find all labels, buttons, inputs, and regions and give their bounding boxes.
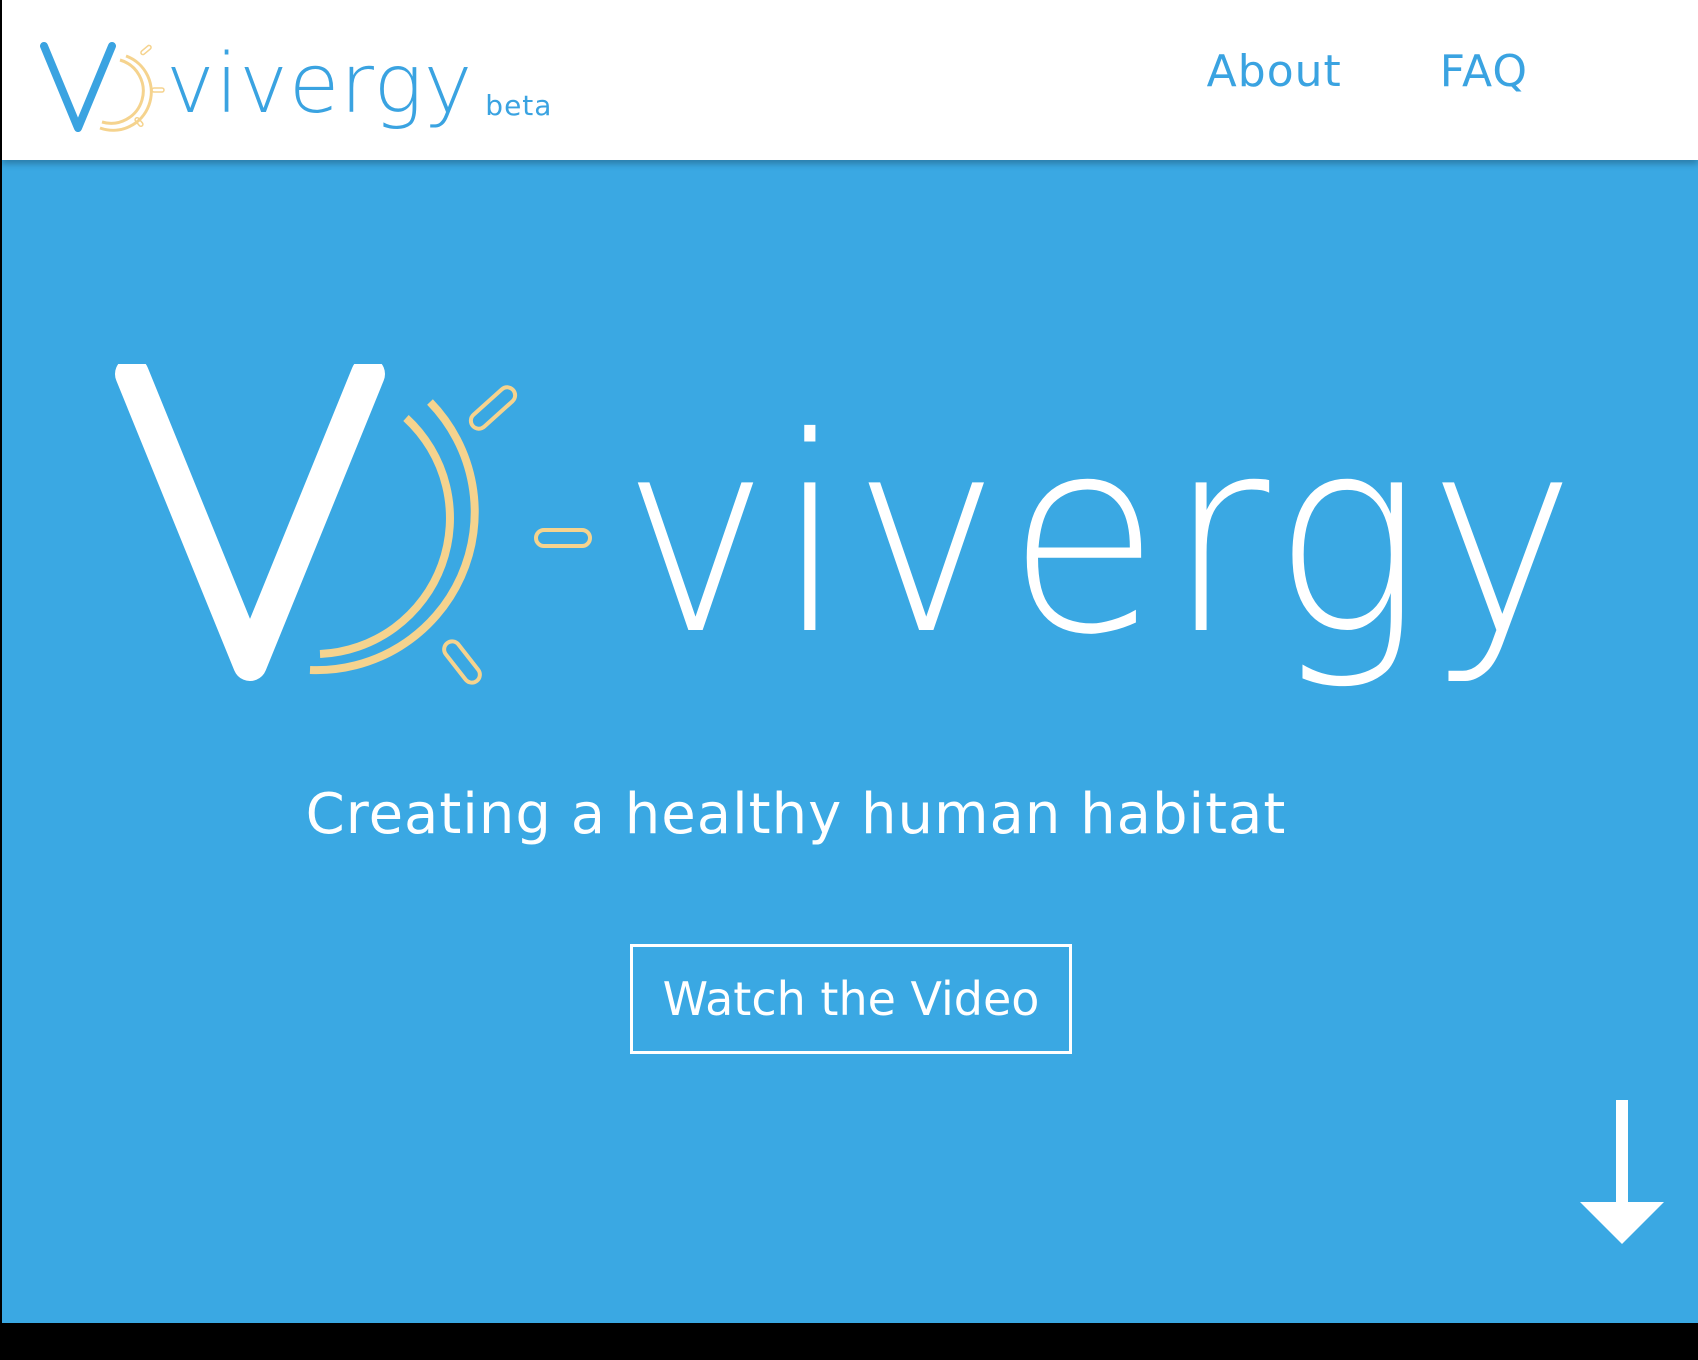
hero-section: vivergy Creating a healthy human habitat…	[2, 160, 1698, 1323]
v-sun-logo-icon	[40, 42, 166, 134]
header-wordmark: vivergy	[166, 37, 474, 132]
nav-faq-link[interactable]: FAQ	[1440, 46, 1528, 97]
site-header: vivergy beta About FAQ	[2, 0, 1698, 160]
page: vivergy beta About FAQ vivergy Creating …	[0, 0, 1698, 1360]
hero-logo-mark-icon	[110, 357, 610, 708]
watch-video-button[interactable]: Watch the Video	[630, 944, 1072, 1054]
beta-label: beta	[485, 89, 553, 122]
bottom-bar	[0, 1323, 1698, 1360]
header-logo-link[interactable]: vivergy beta	[40, 24, 552, 134]
arrow-down-icon[interactable]	[1580, 1100, 1664, 1250]
nav-about-link[interactable]: About	[1207, 46, 1342, 97]
main-nav: About FAQ	[1207, 46, 1528, 97]
hero-tagline: Creating a healthy human habitat	[305, 782, 1287, 847]
hero-wordmark: vivergy	[622, 379, 1584, 694]
